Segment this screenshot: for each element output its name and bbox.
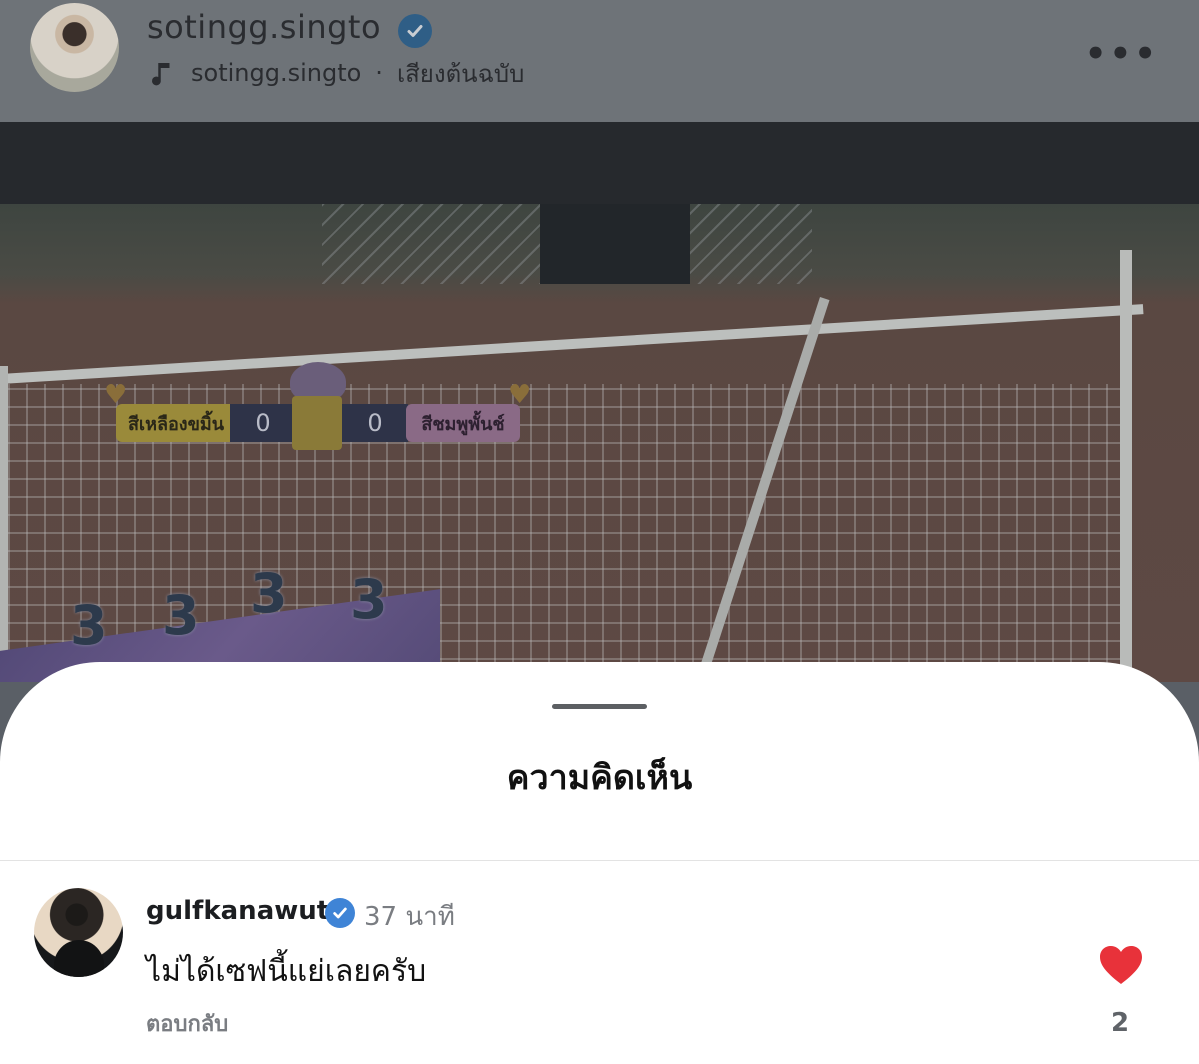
audio-attribution[interactable]: sotingg.singto · เสียงต้นฉบับ <box>147 56 524 90</box>
goal-post-left <box>0 366 8 682</box>
verified-badge-icon <box>325 898 355 928</box>
music-note-icon <box>147 58 177 88</box>
score-left: 0 <box>230 404 296 442</box>
audio-label: เสียงต้นฉบับ <box>396 59 525 88</box>
stage-speaker <box>540 204 690 284</box>
tournament-logo <box>292 396 342 450</box>
banner-number: 3 <box>250 562 288 625</box>
sheet-drag-handle[interactable] <box>552 704 647 709</box>
audio-owner: sotingg.singto <box>191 59 362 87</box>
commenter-avatar[interactable] <box>34 888 123 977</box>
team-right-name: สีชมพูพั้นช์ <box>406 404 520 442</box>
scoreboard: ♥ ♥ สีเหลืองขมิ้น 0 0 สีชมพูพั้นช์ <box>104 362 538 454</box>
comment-username[interactable]: gulfkanawut <box>146 896 329 926</box>
goal-post-right <box>1120 250 1132 682</box>
more-options-icon[interactable]: ••• <box>1085 34 1159 74</box>
heart-filled-icon[interactable] <box>1098 944 1144 986</box>
divider <box>0 860 1199 861</box>
banner-number: 3 <box>70 594 108 657</box>
score-right: 0 <box>342 404 408 442</box>
verified-badge-icon <box>398 14 432 48</box>
comment-timestamp: 37 นาที <box>364 902 455 932</box>
banner-number: 3 <box>162 584 200 647</box>
comments-sheet: ความคิดเห็น gulfkanawut 37 นาที ไม่ได้เซ… <box>0 662 1199 1064</box>
audio-separator: · <box>375 59 383 87</box>
post-header: sotingg.singto sotingg.singto · เสียงต้น… <box>0 0 1199 122</box>
reply-button[interactable]: ตอบกลับ <box>146 1006 228 1041</box>
sheet-title: ความคิดเห็น <box>506 758 693 798</box>
comment-text: ไม่ได้เซฟนี้แย่เลยครับ <box>146 954 427 989</box>
video-player[interactable]: 3 3 3 3 ♥ ♥ สีเหลืองขมิ้น 0 0 สีชมพูพั้น… <box>0 122 1199 682</box>
author-avatar[interactable] <box>30 3 119 92</box>
team-left-name: สีเหลืองขมิ้น <box>116 404 236 442</box>
like-count: 2 <box>1110 1008 1130 1038</box>
author-username[interactable]: sotingg.singto <box>147 8 381 46</box>
banner-number: 3 <box>350 568 388 631</box>
